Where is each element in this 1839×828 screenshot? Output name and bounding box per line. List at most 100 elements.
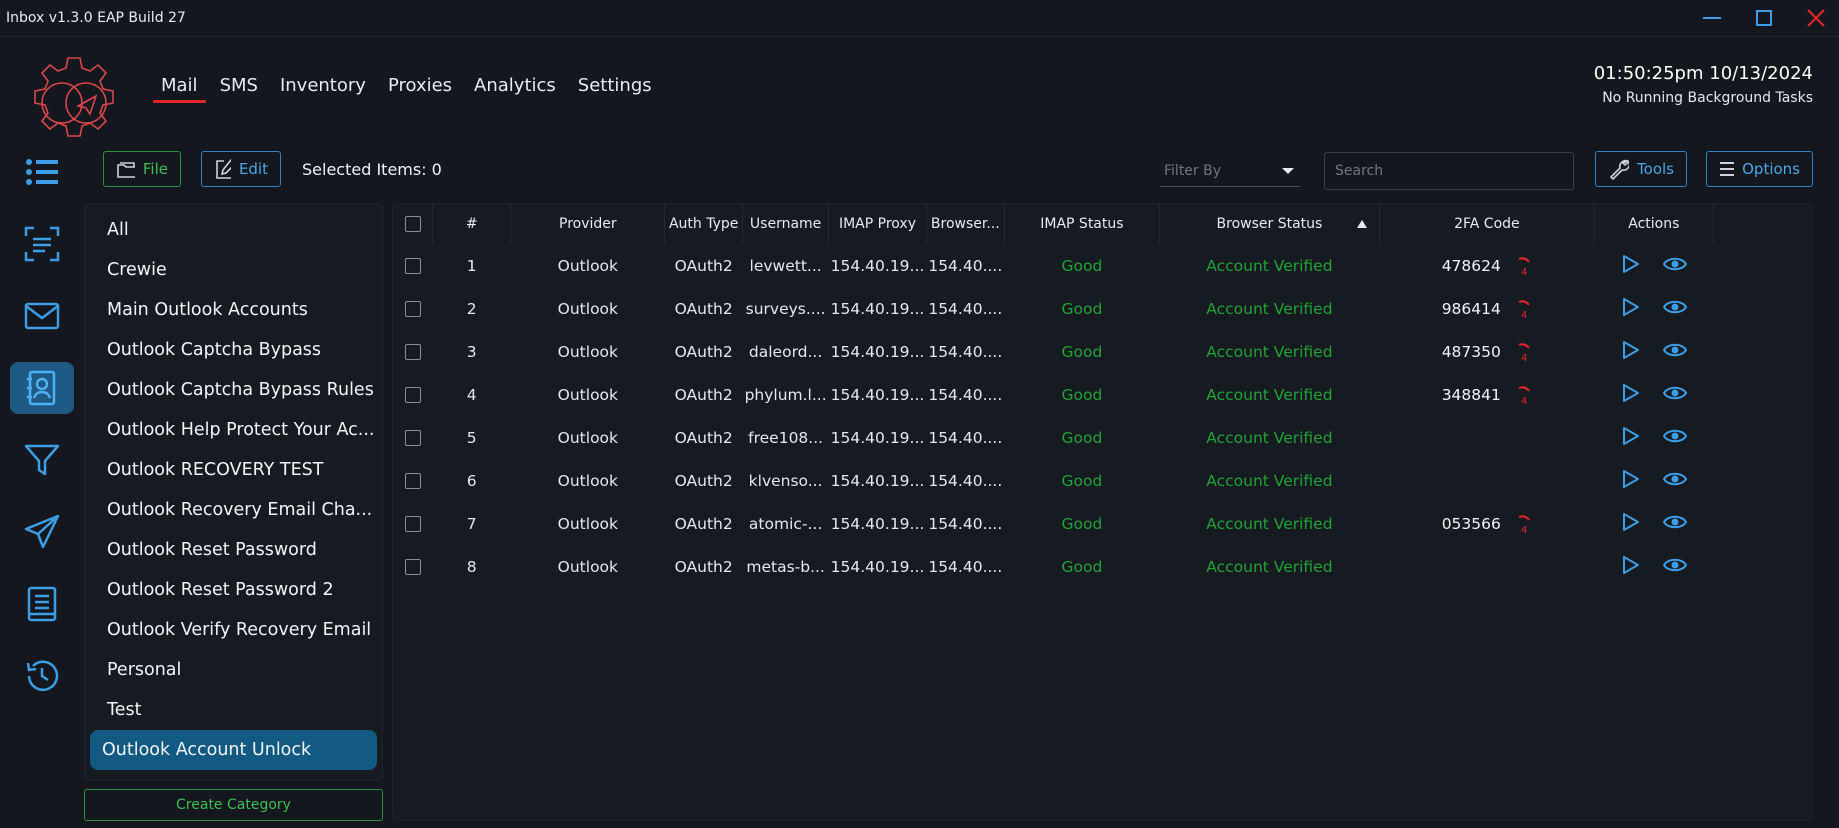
category-item[interactable]: Outlook Captcha Bypass Rules <box>90 370 377 410</box>
row-checkbox[interactable] <box>404 430 421 446</box>
imap-status-cell: Good <box>1061 471 1103 490</box>
2fa-code-value[interactable]: 478624 <box>1441 257 1501 275</box>
column-header[interactable]: IMAP Status <box>1004 204 1161 244</box>
row-checkbox[interactable] <box>404 258 421 274</box>
table-row[interactable]: 2 Outlook OAuth2 surveys.... 154.40.19... 154… <box>393 287 1812 330</box>
play-icon[interactable] <box>1620 469 1640 489</box>
column-header[interactable]: Provider <box>510 204 666 244</box>
category-item[interactable]: Outlook RECOVERY TEST <box>90 450 377 490</box>
row-checkbox[interactable] <box>404 344 421 360</box>
eye-icon[interactable] <box>1662 512 1688 532</box>
2fa-code-cell <box>1379 545 1594 588</box>
sidebar-list-button[interactable] <box>10 146 74 198</box>
countdown-timer-value: 4 <box>1521 267 1527 277</box>
column-header-spacer <box>1713 204 1812 244</box>
row-spacer <box>1713 416 1812 459</box>
play-icon[interactable] <box>1620 555 1640 575</box>
sidebar-send-button[interactable] <box>10 506 74 558</box>
category-item[interactable]: Personal <box>90 650 377 690</box>
countdown-timer-icon: 4 <box>1518 514 1530 535</box>
2fa-code-value[interactable]: 053566 <box>1441 515 1501 533</box>
provider-cell: Outlook <box>557 471 619 490</box>
eye-icon[interactable] <box>1662 426 1688 446</box>
play-icon[interactable] <box>1620 297 1640 317</box>
sidebar-filter-button[interactable] <box>10 434 74 486</box>
play-icon[interactable] <box>1620 426 1640 446</box>
column-header[interactable]: # <box>432 204 512 244</box>
file-button[interactable]: File <box>103 151 181 187</box>
play-icon[interactable] <box>1620 512 1640 532</box>
options-button[interactable]: Options <box>1706 151 1813 187</box>
create-category-button[interactable]: Create Category <box>84 789 383 821</box>
row-checkbox[interactable] <box>404 301 421 317</box>
select-all-checkbox[interactable] <box>404 216 421 232</box>
2fa-code-value[interactable]: 487350 <box>1441 343 1501 361</box>
table-row[interactable]: 4 Outlook OAuth2 phylum.l... 154.40.19... 154… <box>393 373 1812 416</box>
maximize-button[interactable] <box>1744 4 1784 32</box>
auth-type-cell: OAuth2 <box>674 514 733 533</box>
sidebar-mail-button[interactable] <box>10 290 74 342</box>
row-number: 6 <box>466 471 477 490</box>
row-checkbox[interactable] <box>404 559 421 575</box>
eye-icon[interactable] <box>1662 469 1688 489</box>
eye-icon[interactable] <box>1662 340 1688 360</box>
username-cell: atomic-... <box>748 514 823 533</box>
eye-icon[interactable] <box>1662 555 1688 575</box>
filter-dropdown[interactable]: Filter By <box>1160 155 1300 187</box>
category-item[interactable]: Test <box>90 690 377 730</box>
eye-icon[interactable] <box>1662 383 1688 403</box>
category-item[interactable]: Outlook Reset Password 2 <box>90 570 377 610</box>
close-button[interactable] <box>1796 4 1836 32</box>
search-input[interactable] <box>1324 152 1574 190</box>
nav-analytics[interactable]: Analytics <box>463 75 567 103</box>
category-item[interactable]: Main Outlook Accounts <box>90 290 377 330</box>
sidebar-book-button[interactable] <box>10 578 74 630</box>
2fa-code-wrap: 348841 4 <box>1441 384 1533 406</box>
actions-group <box>1620 254 1688 274</box>
play-icon[interactable] <box>1620 254 1640 274</box>
column-header[interactable]: Auth Type <box>664 204 744 244</box>
row-checkbox[interactable] <box>404 516 421 532</box>
edit-button[interactable]: Edit <box>201 151 281 187</box>
table-row[interactable]: 8 Outlook OAuth2 metas-b... 154.40.19... 154.… <box>393 545 1812 588</box>
category-item[interactable]: Outlook Help Protect Your Ac... <box>90 410 377 450</box>
column-header[interactable]: Username <box>742 204 830 244</box>
book-icon <box>27 586 57 622</box>
tools-button[interactable]: Tools <box>1595 151 1687 187</box>
nav-sms[interactable]: SMS <box>209 75 269 103</box>
sidebar-history-button[interactable] <box>10 650 74 702</box>
column-header[interactable]: 2FA Code <box>1379 204 1595 244</box>
category-item[interactable]: All <box>90 210 377 250</box>
category-item-active[interactable]: Outlook Account Unlock <box>90 730 377 770</box>
nav-inventory[interactable]: Inventory <box>269 75 377 103</box>
column-header[interactable]: IMAP Proxy <box>828 204 927 244</box>
browser-status-header[interactable]: Browser Status <box>1159 204 1380 244</box>
sidebar-scan-button[interactable] <box>10 218 74 270</box>
table-row[interactable]: 7 Outlook OAuth2 atomic-... 154.40.19... 154.… <box>393 502 1812 545</box>
row-checkbox[interactable] <box>404 473 421 489</box>
eye-icon[interactable] <box>1662 297 1688 317</box>
category-item[interactable]: Crewie <box>90 250 377 290</box>
category-item[interactable]: Outlook Recovery Email Cha... <box>90 490 377 530</box>
play-icon[interactable] <box>1620 383 1640 403</box>
table-row[interactable]: 6 Outlook OAuth2 klvenso... 154.40.19... 154.… <box>393 459 1812 502</box>
nav-proxies[interactable]: Proxies <box>377 75 463 103</box>
table-row[interactable]: 3 Outlook OAuth2 daleord... 154.40.19... 154.… <box>393 330 1812 373</box>
column-header[interactable]: Browser... <box>926 204 1005 244</box>
minimize-button[interactable] <box>1692 4 1732 32</box>
table-row[interactable]: 1 Outlook OAuth2 levwett... 154.40.19... 154.… <box>393 244 1812 287</box>
2fa-code-value[interactable]: 348841 <box>1441 386 1501 404</box>
eye-icon[interactable] <box>1662 254 1688 274</box>
actions-cell <box>1594 373 1713 416</box>
table-row[interactable]: 5 Outlook OAuth2 free108... 154.40.19... 154.… <box>393 416 1812 459</box>
2fa-code-value[interactable]: 986414 <box>1441 300 1501 318</box>
category-item[interactable]: Outlook Reset Password <box>90 530 377 570</box>
play-icon[interactable] <box>1620 340 1640 360</box>
row-checkbox[interactable] <box>404 387 421 403</box>
row-select-cell <box>393 244 433 287</box>
nav-mail[interactable]: Mail <box>150 75 209 103</box>
category-item[interactable]: Outlook Verify Recovery Email <box>90 610 377 650</box>
category-item[interactable]: Outlook Captcha Bypass <box>90 330 377 370</box>
nav-settings[interactable]: Settings <box>567 75 663 103</box>
sidebar-contacts-button[interactable] <box>10 362 74 414</box>
